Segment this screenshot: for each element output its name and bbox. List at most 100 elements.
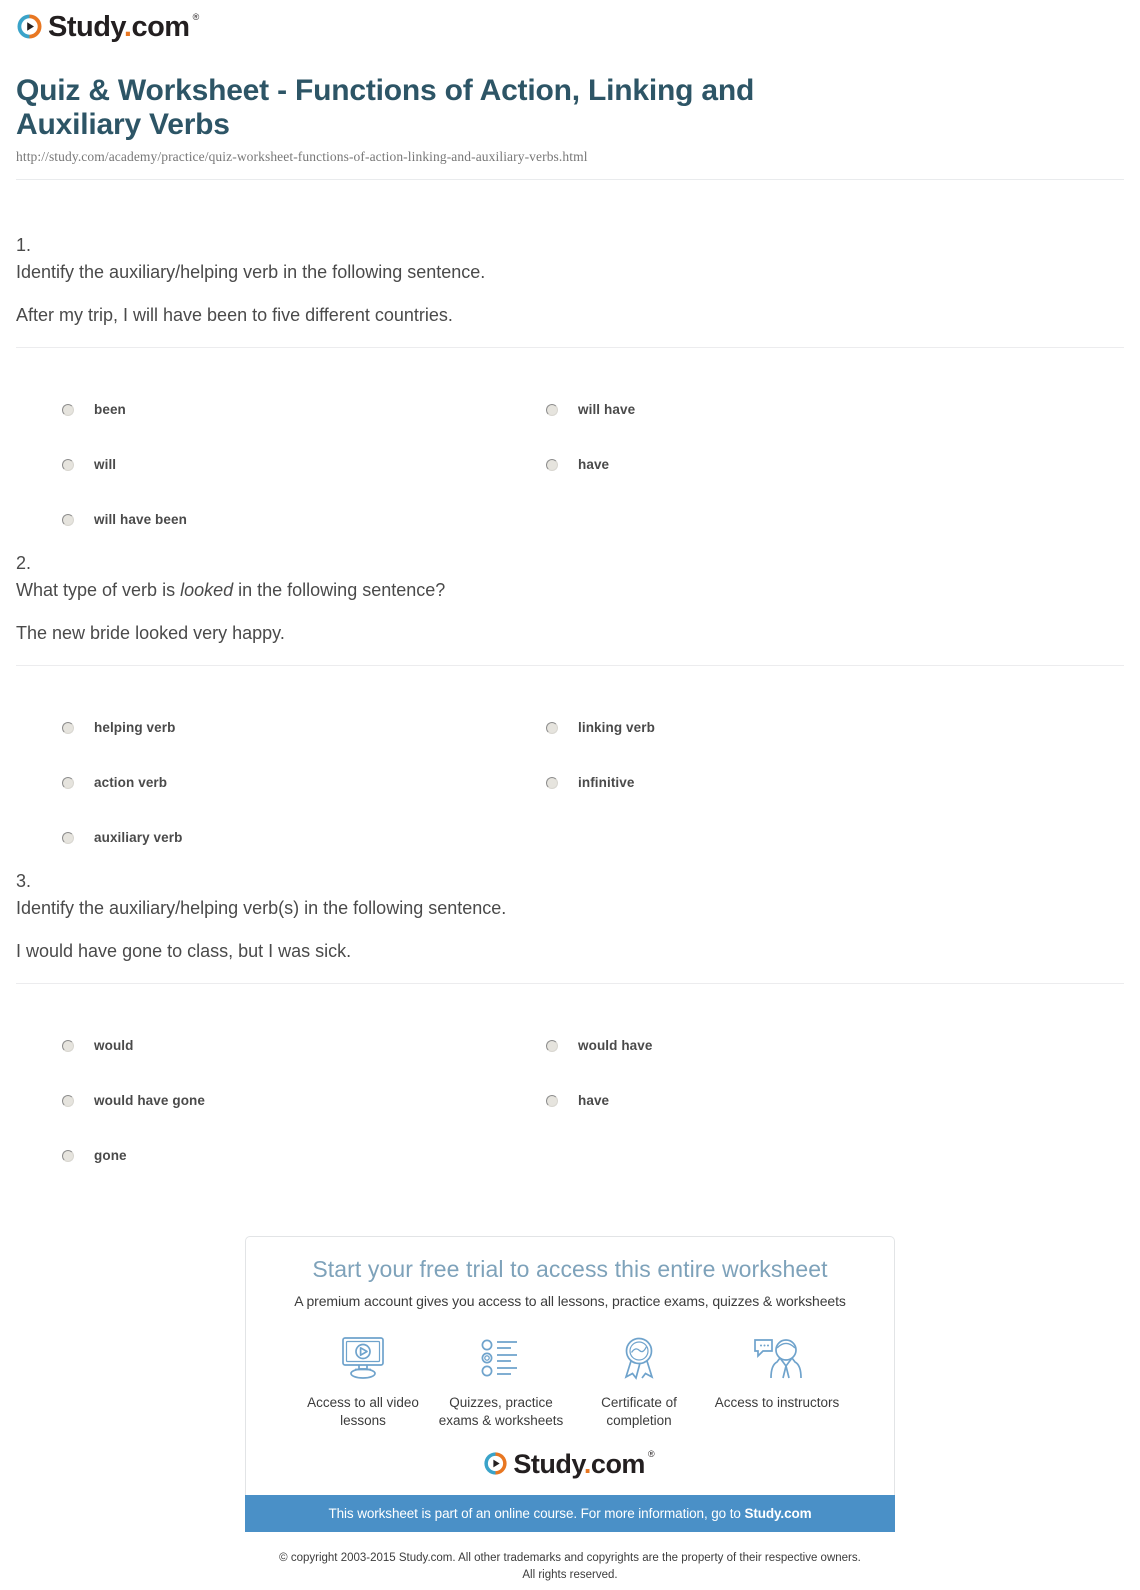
- answer-option-label: would: [94, 1038, 134, 1054]
- instructor-chat-icon: [750, 1331, 804, 1385]
- options-column-left: been will will have been: [62, 382, 187, 547]
- question-3: 3. Identify the auxiliary/helping verb(s…: [16, 824, 1124, 1163]
- radio-button-icon[interactable]: [546, 403, 558, 416]
- promo-feature-label: Quizzes, practice exams & worksheets: [438, 1394, 564, 1429]
- promo-feature-list: Access to all video lessons Quizzes, pra…: [266, 1331, 874, 1430]
- radio-button-icon[interactable]: [62, 831, 74, 844]
- answer-option[interactable]: would: [62, 1018, 205, 1073]
- options-column-left: would would have gone gone: [62, 1018, 205, 1183]
- answer-option[interactable]: been: [62, 382, 187, 437]
- promo-feature: Access to all video lessons: [294, 1331, 432, 1430]
- play-circle-icon: [483, 1451, 508, 1476]
- answer-option-label: helping verb: [94, 720, 176, 736]
- site-header: Study.com ®: [0, 0, 1140, 52]
- promo-banner-link[interactable]: Study.com: [744, 1506, 811, 1521]
- logo-trademark: ®: [192, 11, 200, 22]
- award-ribbon-icon: [612, 1331, 666, 1385]
- header-divider: [16, 179, 1124, 181]
- promo-feature: Access to instructors: [708, 1331, 846, 1430]
- page-title: Quiz & Worksheet - Functions of Action, …: [16, 74, 755, 141]
- logo-wordmark: Study.com: [48, 11, 190, 43]
- radio-button-icon[interactable]: [62, 776, 74, 789]
- answer-option-label: have: [578, 457, 610, 473]
- studycom-logo[interactable]: Study.com ®: [16, 11, 201, 43]
- answer-option[interactable]: have: [546, 1073, 653, 1128]
- answer-option-label: action verb: [94, 775, 168, 791]
- question-prompt: Identify the auxiliary/helping verb(s) i…: [16, 898, 507, 919]
- answer-option[interactable]: auxiliary verb: [62, 810, 182, 865]
- options-column-left: helping verb action verb auxiliary verb: [62, 700, 182, 865]
- answer-option[interactable]: would have gone: [62, 1073, 205, 1128]
- promo-card: Start your free trial to access this ent…: [245, 1236, 895, 1496]
- promo-feature: Certificate of completion: [570, 1331, 708, 1430]
- answer-option[interactable]: gone: [62, 1128, 205, 1183]
- promo-feature-label: Access to instructors: [714, 1394, 840, 1410]
- radio-button-icon[interactable]: [62, 1094, 74, 1107]
- questions-list: 1. Identify the auxiliary/helping verb i…: [0, 188, 1140, 1163]
- question-2: 2. What type of verb is looked in the fo…: [16, 506, 1124, 845]
- radio-button-icon[interactable]: [62, 513, 74, 526]
- answer-option-label: will: [94, 457, 117, 473]
- question-divider: [16, 983, 1124, 985]
- question-divider: [16, 665, 1124, 667]
- promo-feature-label: Certificate of completion: [601, 1394, 677, 1429]
- monitor-play-icon: [336, 1331, 390, 1385]
- answer-options: been will will have been will have have: [16, 356, 1124, 527]
- radio-button-icon[interactable]: [546, 458, 558, 471]
- answer-option[interactable]: helping verb: [62, 700, 182, 755]
- answer-option[interactable]: have: [546, 437, 635, 492]
- answer-option-label: will have been: [94, 512, 187, 528]
- footer-copyright: © copyright 2003-2015 Study.com. All oth…: [0, 1550, 1140, 1583]
- radio-button-icon[interactable]: [546, 776, 558, 789]
- promo-feature: Quizzes, practice exams & worksheets: [432, 1331, 570, 1430]
- options-column-right: will have have: [546, 382, 635, 492]
- answer-option-label: would have: [578, 1038, 653, 1054]
- question-prompt: What type of verb is looked in the follo…: [16, 580, 446, 601]
- radio-button-icon[interactable]: [546, 1094, 558, 1107]
- radio-button-icon[interactable]: [546, 721, 558, 734]
- answer-option-label: will have: [578, 402, 636, 418]
- radio-button-icon[interactable]: [62, 1149, 74, 1162]
- promo-heading: Start your free trial to access this ent…: [312, 1256, 828, 1282]
- play-circle-icon: [16, 13, 43, 40]
- answer-option-label: been: [94, 402, 126, 418]
- question-sentence: I would have gone to class, but I was si…: [16, 941, 352, 962]
- answer-option[interactable]: linking verb: [546, 700, 655, 755]
- options-column-right: would have have: [546, 1018, 653, 1128]
- checklist-icon: [474, 1331, 528, 1385]
- question-number: 3.: [16, 871, 32, 892]
- answer-option-label: linking verb: [578, 720, 655, 736]
- title-block: Quiz & Worksheet - Functions of Action, …: [0, 52, 1140, 181]
- radio-button-icon[interactable]: [62, 458, 74, 471]
- answer-option[interactable]: will have been: [62, 492, 187, 547]
- answer-option[interactable]: would have: [546, 1018, 653, 1073]
- options-column-right: linking verb infinitive: [546, 700, 655, 810]
- upsell-promo: Start your free trial to access this ent…: [0, 1236, 1140, 1584]
- promo-banner[interactable]: This worksheet is part of an online cour…: [245, 1495, 895, 1533]
- answer-option-label: infinitive: [578, 775, 635, 791]
- question-number: 2.: [16, 553, 32, 574]
- radio-button-icon[interactable]: [546, 1039, 558, 1052]
- answer-options: helping verb action verb auxiliary verb …: [16, 674, 1124, 845]
- answer-options: would would have gone gone would have ha…: [16, 992, 1124, 1163]
- logo-trademark: ®: [647, 1448, 655, 1459]
- radio-button-icon[interactable]: [62, 1039, 74, 1052]
- question-sentence: After my trip, I will have been to five …: [16, 305, 453, 326]
- question-divider: [16, 347, 1124, 349]
- radio-button-icon[interactable]: [62, 403, 74, 416]
- promo-subheading: A premium account gives you access to al…: [294, 1292, 846, 1309]
- answer-option-label: would have gone: [94, 1093, 206, 1109]
- answer-option-label: gone: [94, 1148, 127, 1164]
- question-prompt: Identify the auxiliary/helping verb in t…: [16, 262, 486, 283]
- answer-option[interactable]: will have: [546, 382, 635, 437]
- promo-feature-label: Access to all video lessons: [307, 1394, 419, 1429]
- promo-banner-text: This worksheet is part of an online cour…: [328, 1506, 745, 1522]
- question-sentence: The new bride looked very happy.: [16, 623, 285, 644]
- answer-option[interactable]: will: [62, 437, 187, 492]
- logo-wordmark: Study.com: [513, 1449, 645, 1480]
- answer-option[interactable]: action verb: [62, 755, 182, 810]
- promo-studycom-logo[interactable]: Study.com ®: [266, 1448, 874, 1481]
- answer-option[interactable]: infinitive: [546, 755, 655, 810]
- page-url: http://study.com/academy/practice/quiz-w…: [16, 149, 588, 165]
- radio-button-icon[interactable]: [62, 721, 74, 734]
